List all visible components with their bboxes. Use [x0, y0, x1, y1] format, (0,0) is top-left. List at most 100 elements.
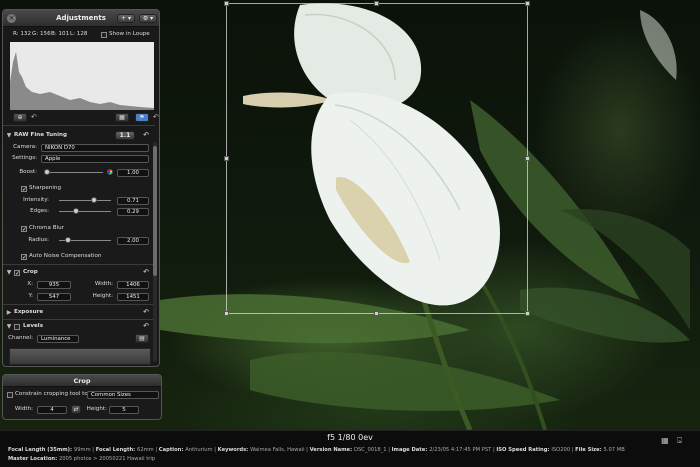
hud-title-bar[interactable]: Adjustments [3, 10, 159, 27]
crop-handle-left[interactable] [224, 156, 229, 161]
constrain-label: Constrain cropping tool to: [15, 391, 90, 397]
crop-handle-top-left[interactable] [224, 1, 229, 6]
sharpening-label: Sharpening [29, 185, 62, 191]
settings-select[interactable]: Apple [41, 154, 149, 163]
disclosure-triangle-icon[interactable]: ▼ [5, 130, 13, 141]
metadata-key: Image Date: [391, 447, 430, 453]
crop-height-field[interactable]: 1451 [117, 292, 149, 301]
hud-scrollbar[interactable] [153, 142, 157, 362]
exposure-section-title: Exposure [14, 309, 44, 315]
edges-slider-knob[interactable] [73, 208, 79, 214]
crop-handle-bottom-right[interactable] [525, 311, 530, 316]
raw-version-select[interactable]: 1.1 [115, 131, 135, 140]
constrain-checkbox[interactable] [7, 391, 13, 398]
intensity-slider-track[interactable] [59, 200, 111, 201]
metadata-value: 99mm [73, 447, 91, 453]
adjustments-hud: Adjustments × + ▾ ⚙ ▾ R: 132 G: 156 B: 1… [2, 9, 160, 367]
close-icon[interactable]: × [7, 14, 16, 23]
raw-section-title: RAW Fine Tuning [14, 132, 68, 138]
crop-handle-right[interactable] [525, 156, 530, 161]
crop-hud-width-field[interactable]: 4 [37, 405, 67, 414]
edges-slider-track[interactable] [59, 211, 111, 212]
metadata-value: Waimea Falls, Hawaii [250, 447, 305, 453]
edges-label: Edges: [30, 208, 49, 214]
channel-select[interactable]: Luminance [37, 334, 79, 343]
show-in-loupe-checkbox[interactable] [101, 31, 107, 38]
crop-height-label: Height: [92, 293, 113, 299]
crop-y-label: Y: [28, 293, 33, 299]
crop-rectangle[interactable] [226, 3, 528, 314]
color-wheel-icon [107, 169, 113, 175]
channel-label: Channel: [8, 335, 33, 341]
radius-slider-knob[interactable] [65, 237, 71, 243]
boost-value[interactable]: 1.00 [117, 168, 149, 177]
levels-graph[interactable] [9, 348, 151, 365]
undo-icon[interactable]: ↶ [31, 113, 37, 121]
grid-view-icon[interactable]: ▦ [661, 436, 669, 445]
exposure-section-header[interactable]: ▶ Exposure ↶ [3, 307, 159, 318]
crop-handle-bottom-left[interactable] [224, 311, 229, 316]
crop-handle-top-right[interactable] [525, 1, 530, 6]
constrain-select[interactable]: Common Sizes [87, 390, 159, 399]
auto-levels-button[interactable]: ⊕ [13, 113, 27, 122]
reset-icon[interactable]: ↶ [143, 321, 149, 332]
boost-slider-track[interactable] [47, 172, 103, 173]
crop-enable-checkbox[interactable]: ✓ [14, 269, 20, 276]
reset-icon[interactable]: ↶ [143, 130, 149, 141]
histogram [10, 42, 154, 110]
metadata-key: Master Location: [8, 456, 59, 462]
metadata-key: Keywords: [217, 447, 251, 453]
info-icon[interactable]: ⌺ [677, 436, 682, 446]
auto-noise-checkbox[interactable]: ✓ [21, 253, 27, 260]
hud-scrollbar-thumb[interactable] [153, 146, 157, 276]
crop-hud-height-field[interactable]: 5 [109, 405, 139, 414]
reset-icon[interactable]: ↶ [143, 267, 149, 278]
crop-y-field[interactable]: 547 [37, 292, 71, 301]
sharpening-checkbox[interactable]: ✓ [21, 185, 27, 192]
levels-section-header[interactable]: ▼ Levels ↶ [3, 321, 159, 332]
boost-slider-knob[interactable] [44, 169, 50, 175]
disclosure-triangle-icon[interactable]: ▶ [5, 307, 13, 318]
edges-value[interactable]: 0.29 [117, 207, 149, 216]
reset-icon[interactable]: ↶ [143, 307, 149, 318]
metadata-value: DSC_0018_1 [353, 447, 387, 453]
levels-enable-checkbox[interactable] [14, 323, 20, 330]
crop-section-header[interactable]: ▼ ✓ Crop ↶ [3, 267, 159, 278]
crop-hud-height-label: Height: [86, 406, 107, 412]
readout-l: L: 128 [70, 31, 88, 37]
hud-title: Adjustments [56, 14, 106, 22]
raw-fine-tuning-header[interactable]: ▼ RAW Fine Tuning 1.1 ↶ [3, 130, 159, 141]
settings-label: Settings: [12, 155, 37, 161]
crop-hud-title-bar[interactable]: Crop [3, 375, 161, 387]
crop-section-title: Crop [23, 269, 38, 275]
crop-handle-bottom[interactable] [374, 311, 379, 316]
crop-x-field[interactable]: 935 [37, 280, 71, 289]
auto-enhance-button[interactable]: ⚑ [135, 113, 149, 122]
crop-hud-width-label: Width: [14, 406, 33, 412]
disclosure-triangle-icon[interactable]: ▼ [5, 267, 13, 278]
metadata-key: ISO Speed Rating: [496, 447, 552, 453]
metadata-line-1: Focal Length (35mm): 99mm | Focal Length… [8, 447, 625, 453]
add-adjustment-button[interactable]: + ▾ [117, 14, 135, 23]
crop-width-field[interactable]: 1406 [117, 280, 149, 289]
intensity-label: Intensity: [23, 197, 49, 203]
metadata-key: File Size: [575, 447, 604, 453]
chroma-blur-checkbox[interactable]: ✓ [21, 225, 27, 232]
metadata-key: Focal Length (35mm): [8, 447, 74, 453]
boost-label: Boost: [19, 169, 37, 175]
readout-r: R: 132 [13, 31, 32, 37]
intensity-slider-knob[interactable] [91, 197, 97, 203]
gear-icon[interactable]: ⚙ ▾ [139, 14, 157, 23]
levels-options-button[interactable]: ▤ [135, 334, 149, 343]
reset-histogram-icon[interactable]: ↶ [153, 113, 159, 121]
metadata-value: ISO200 [551, 447, 571, 453]
exposure-summary: f5 1/80 0ev [327, 433, 373, 442]
radius-value[interactable]: 2.00 [117, 236, 149, 245]
intensity-value[interactable]: 0.71 [117, 196, 149, 205]
rgb-levels-button[interactable]: ▦ [115, 113, 129, 122]
metadata-icons: ▦ ⌺ [655, 436, 682, 446]
disclosure-triangle-icon[interactable]: ▼ [5, 321, 13, 332]
metadata-value: 62mm [137, 447, 154, 453]
crop-handle-top[interactable] [374, 1, 379, 6]
readout-g: G: 156 [32, 31, 51, 37]
